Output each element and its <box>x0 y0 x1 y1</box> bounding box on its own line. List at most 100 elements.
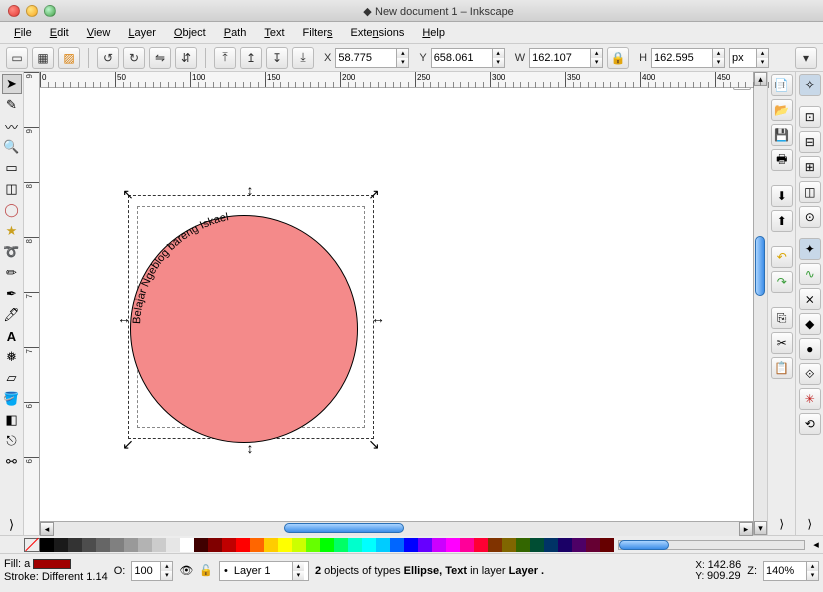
spiral-tool[interactable]: ➰ <box>2 242 22 262</box>
save-button[interactable]: 💾 <box>771 124 793 146</box>
handle-se[interactable]: ↘ <box>368 438 380 450</box>
ellipse-tool[interactable]: ◯ <box>2 200 22 220</box>
redo-button[interactable]: ↷ <box>771 271 793 293</box>
x-input[interactable] <box>336 49 396 67</box>
hscroll-right[interactable]: ▸ <box>739 522 753 536</box>
snap-cusp-button[interactable]: ◆ <box>799 313 821 335</box>
swatch[interactable] <box>376 538 390 552</box>
snap-overflow[interactable]: ⟩ <box>799 513 821 535</box>
handle-w[interactable]: ↔ <box>118 312 130 324</box>
swatch[interactable] <box>236 538 250 552</box>
hscroll-track[interactable] <box>54 522 739 536</box>
lock-icon[interactable]: 🔓 <box>199 564 213 577</box>
swatch[interactable] <box>530 538 544 552</box>
tweak-tool[interactable]: 〰 <box>2 116 22 136</box>
swatch[interactable] <box>460 538 474 552</box>
snap-edge-button[interactable]: ⊟ <box>799 131 821 153</box>
swatch[interactable] <box>404 538 418 552</box>
visibility-icon[interactable]: 👁 <box>179 564 193 577</box>
palette-menu[interactable]: ◂ <box>809 538 823 551</box>
palette-thumb[interactable] <box>619 540 669 550</box>
swatch[interactable] <box>544 538 558 552</box>
menu-file[interactable]: File <box>6 25 40 41</box>
swatch[interactable] <box>446 538 460 552</box>
swatch[interactable] <box>152 538 166 552</box>
connector-tool[interactable]: ⚯ <box>2 452 22 472</box>
lower-button[interactable]: ↧ <box>266 47 288 69</box>
swatch[interactable] <box>474 538 488 552</box>
swatch[interactable] <box>222 538 236 552</box>
swatch[interactable] <box>502 538 516 552</box>
x-field[interactable]: ▴▾ <box>335 48 409 68</box>
vertical-ruler[interactable]: 99887766 <box>24 72 40 535</box>
dropper-tool[interactable]: ⎋ <box>2 431 22 451</box>
box3d-tool[interactable]: ◫ <box>2 179 22 199</box>
calligraphy-tool[interactable]: 🖊 <box>2 305 22 325</box>
menu-view[interactable]: View <box>79 25 119 41</box>
gradient-tool[interactable]: ◧ <box>2 410 22 430</box>
selector-tool[interactable]: ➤ <box>2 74 22 94</box>
swatch[interactable] <box>110 538 124 552</box>
swatch[interactable] <box>180 538 194 552</box>
snap-rotation-button[interactable]: ⟲ <box>799 413 821 435</box>
snap-corner-button[interactable]: ⊞ <box>799 156 821 178</box>
zoom-window-button[interactable] <box>44 5 56 17</box>
swatch[interactable] <box>82 538 96 552</box>
raise-button[interactable]: ↥ <box>240 47 262 69</box>
snap-midpoint-button[interactable]: ◫ <box>799 181 821 203</box>
hscroll-thumb[interactable] <box>284 523 404 533</box>
menu-filters[interactable]: Filters <box>295 25 341 41</box>
swatch[interactable] <box>348 538 362 552</box>
horizontal-ruler[interactable]: 050100150200250300350400450 <box>40 72 753 88</box>
export-button[interactable]: ⬆ <box>771 210 793 232</box>
y-input[interactable] <box>432 49 492 67</box>
toolbar-menu-button[interactable]: ▾ <box>795 47 817 69</box>
snap-object-center-button[interactable]: ✳ <box>799 388 821 410</box>
snap-intersect-button[interactable]: ⨯ <box>799 288 821 310</box>
swatch[interactable] <box>390 538 404 552</box>
paste-button[interactable]: 📋 <box>771 357 793 379</box>
menu-object[interactable]: Object <box>166 25 214 41</box>
palette-scrollbar[interactable] <box>618 540 805 550</box>
rightcol-overflow[interactable]: ⟩ <box>771 513 793 535</box>
unit-input[interactable] <box>730 49 756 67</box>
opacity-input[interactable] <box>132 562 160 580</box>
vscroll-down[interactable]: ▾ <box>754 521 767 535</box>
select-all-button[interactable]: ▭ <box>6 47 28 69</box>
cut-button[interactable]: ✂ <box>771 332 793 354</box>
swatch[interactable] <box>124 538 138 552</box>
node-tool[interactable]: ✎ <box>2 95 22 115</box>
w-up[interactable]: ▴ <box>590 49 602 58</box>
handle-ne[interactable]: ↗ <box>368 188 380 200</box>
swatch[interactable] <box>418 538 432 552</box>
vertical-scrollbar[interactable]: ▴ ▾ <box>753 72 767 535</box>
hscroll-left[interactable]: ◂ <box>40 522 54 536</box>
layer-select[interactable]: •▴▾ <box>219 561 309 581</box>
canvas[interactable]: Belajar Ngeblog bareng Iskael ↖ ↕ ↗ ↔ ↔ … <box>40 88 753 521</box>
h-field[interactable]: ▴▾ <box>651 48 725 68</box>
zoom-icon[interactable]: 🔍 <box>733 88 751 90</box>
bucket-tool[interactable]: 🪣 <box>2 389 22 409</box>
horizontal-scrollbar[interactable]: ◂ ▸ <box>40 521 753 535</box>
h-up[interactable]: ▴ <box>712 49 724 58</box>
flip-horizontal-button[interactable]: ⇋ <box>149 47 171 69</box>
swatch[interactable] <box>138 538 152 552</box>
menu-text[interactable]: Text <box>256 25 292 41</box>
zoom-tool[interactable]: 🔍 <box>2 137 22 157</box>
x-up[interactable]: ▴ <box>396 49 408 58</box>
snap-center-button[interactable]: ⊙ <box>799 206 821 228</box>
swatch[interactable] <box>208 538 222 552</box>
handle-n[interactable]: ↕ <box>244 184 256 196</box>
raise-top-button[interactable]: ⤒ <box>214 47 236 69</box>
curved-text-object[interactable]: Belajar Ngeblog bareng Iskael <box>120 198 380 458</box>
swatch[interactable] <box>516 538 530 552</box>
snap-path-button[interactable]: ∿ <box>799 263 821 285</box>
snap-enable-button[interactable]: ✧ <box>799 74 821 96</box>
x-down[interactable]: ▾ <box>396 58 408 67</box>
snap-nodes-button[interactable]: ✦ <box>799 238 821 260</box>
swatch[interactable] <box>306 538 320 552</box>
h-down[interactable]: ▾ <box>712 58 724 67</box>
w-input[interactable] <box>530 49 590 67</box>
menu-layer[interactable]: Layer <box>120 25 164 41</box>
handle-nw[interactable]: ↖ <box>122 188 134 200</box>
